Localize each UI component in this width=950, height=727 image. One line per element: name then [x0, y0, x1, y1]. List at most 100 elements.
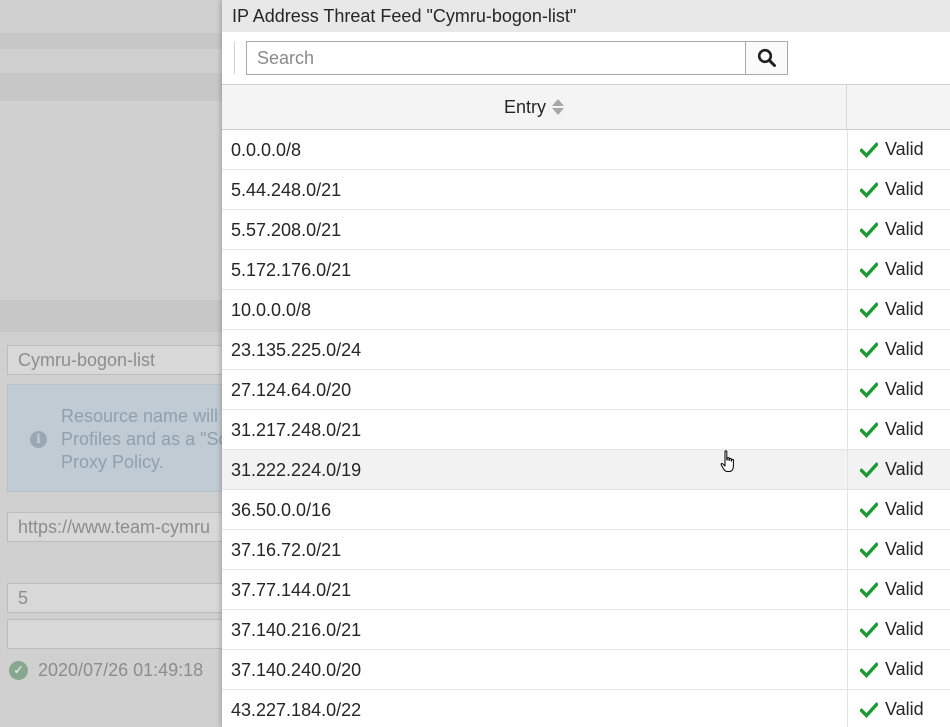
check-icon — [860, 261, 878, 278]
table-row[interactable]: 36.50.0.0/16 Valid — [222, 490, 950, 530]
status-text: Valid — [885, 419, 924, 439]
entry-cell: 5.44.248.0/21 — [231, 180, 342, 200]
panel-title: IP Address Threat Feed "Cymru-bogon-list… — [222, 0, 950, 32]
table-row[interactable]: 23.135.225.0/24 Valid — [222, 330, 950, 370]
check-icon — [860, 141, 878, 158]
status-cell: Valid — [847, 250, 950, 289]
check-icon — [860, 181, 878, 198]
check-icon — [860, 381, 878, 398]
entry-cell: 36.50.0.0/16 — [231, 500, 332, 520]
status-cell: Valid — [847, 490, 950, 529]
status-text: Valid — [885, 459, 924, 479]
entry-cell: 31.222.224.0/19 — [231, 460, 362, 480]
entry-cell: 37.140.240.0/20 — [231, 660, 362, 680]
table-row[interactable]: 43.227.184.0/22 Valid — [222, 690, 950, 727]
sort-icon — [552, 99, 564, 115]
info-text-line: Resource name will — [61, 406, 219, 426]
status-text: Valid — [885, 259, 924, 279]
table-row[interactable]: 37.140.240.0/20 Valid — [222, 650, 950, 690]
toolbar — [222, 32, 950, 85]
status-text: Valid — [885, 579, 924, 599]
background-band — [0, 33, 222, 49]
info-text-line: Profiles and as a "So — [61, 429, 222, 449]
status-cell: Valid — [847, 290, 950, 329]
last-update-status: ✓ 2020/07/26 01:49:18 — [9, 660, 203, 681]
name-field: Cymru-bogon-list — [7, 345, 222, 375]
table-row[interactable]: 37.140.216.0/21 Valid — [222, 610, 950, 650]
info-box: i Resource name will Profiles and as a "… — [7, 384, 222, 492]
last-update-time: 2020/07/26 01:49:18 — [38, 660, 204, 680]
info-icon: i — [30, 431, 47, 448]
check-circle-icon: ✓ — [9, 661, 28, 680]
status-cell: Valid — [847, 690, 950, 727]
status-cell: Valid — [847, 610, 950, 649]
table-row[interactable]: 5.44.248.0/21 Valid — [222, 170, 950, 210]
status-cell: Valid — [847, 530, 950, 569]
column-header-status — [847, 85, 950, 129]
refresh-rate-field: 5 — [7, 583, 222, 613]
status-cell: Valid — [847, 330, 950, 369]
background-band — [0, 300, 222, 332]
url-field: https://www.team-cymru — [7, 512, 222, 542]
status-cell: Valid — [847, 450, 950, 489]
status-cell: Valid — [847, 370, 950, 409]
status-cell: Valid — [847, 130, 950, 169]
table-row[interactable]: 27.124.64.0/20 Valid — [222, 370, 950, 410]
entry-cell: 37.77.144.0/21 — [231, 580, 352, 600]
status-text: Valid — [885, 219, 924, 239]
entry-cell: 5.172.176.0/21 — [231, 260, 352, 280]
status-text: Valid — [885, 139, 924, 159]
background-band — [0, 73, 222, 101]
table-row[interactable]: 5.57.208.0/21 Valid — [222, 210, 950, 250]
search-button[interactable] — [745, 41, 788, 75]
status-cell: Valid — [847, 570, 950, 609]
search-box — [246, 41, 746, 75]
search-input[interactable] — [247, 42, 746, 74]
check-icon — [860, 621, 878, 638]
status-text: Valid — [885, 299, 924, 319]
status-cell: Valid — [847, 170, 950, 209]
status-text: Valid — [885, 379, 924, 399]
info-text-line: Proxy Policy. — [61, 452, 164, 472]
entry-cell: 27.124.64.0/20 — [231, 380, 352, 400]
entry-cell: 31.217.248.0/21 — [231, 420, 362, 440]
status-text: Valid — [885, 179, 924, 199]
table-row[interactable]: 37.16.72.0/21 Valid — [222, 530, 950, 570]
table-row[interactable]: 37.77.144.0/21 Valid — [222, 570, 950, 610]
table-row[interactable]: 5.172.176.0/21 Valid — [222, 250, 950, 290]
entry-cell: 37.16.72.0/21 — [231, 540, 342, 560]
table-row[interactable]: 31.217.248.0/21 Valid — [222, 410, 950, 450]
table-row[interactable]: 10.0.0.0/8 Valid — [222, 290, 950, 330]
entry-cell: 23.135.225.0/24 — [231, 340, 362, 360]
status-text: Valid — [885, 699, 924, 719]
background-page: Cymru-bogon-list i Resource name will Pr… — [0, 0, 222, 727]
entry-cell: 10.0.0.0/8 — [231, 300, 312, 320]
status-cell: Valid — [847, 410, 950, 449]
table-header: Entry — [222, 85, 950, 130]
entry-cell: 0.0.0.0/8 — [231, 140, 302, 160]
entry-cell: 37.140.216.0/21 — [231, 620, 362, 640]
check-icon — [860, 701, 878, 718]
check-icon — [860, 301, 878, 318]
status-cell: Valid — [847, 650, 950, 689]
table-row[interactable]: 31.222.224.0/19 Valid — [222, 450, 950, 490]
status-cell: Valid — [847, 210, 950, 249]
search-icon — [757, 48, 776, 67]
check-icon — [860, 221, 878, 238]
column-header-label: Entry — [503, 96, 546, 117]
status-text: Valid — [885, 499, 924, 519]
entry-cell: 5.57.208.0/21 — [231, 220, 342, 240]
entry-table-body: 0.0.0.0/8 Valid 5.44.248.0/21 Valid 5.57.208… — [222, 130, 950, 727]
check-icon — [860, 421, 878, 438]
check-icon — [860, 581, 878, 598]
entry-cell: 43.227.184.0/22 — [231, 700, 362, 720]
status-text: Valid — [885, 659, 924, 679]
threat-feed-panel: IP Address Threat Feed "Cymru-bogon-list… — [222, 0, 950, 727]
status-text: Valid — [885, 619, 924, 639]
table-row[interactable]: 0.0.0.0/8 Valid — [222, 130, 950, 170]
check-icon — [860, 341, 878, 358]
toolbar-divider — [234, 41, 235, 74]
check-icon — [860, 661, 878, 678]
column-header-entry[interactable]: Entry — [222, 85, 847, 129]
check-icon — [860, 541, 878, 558]
